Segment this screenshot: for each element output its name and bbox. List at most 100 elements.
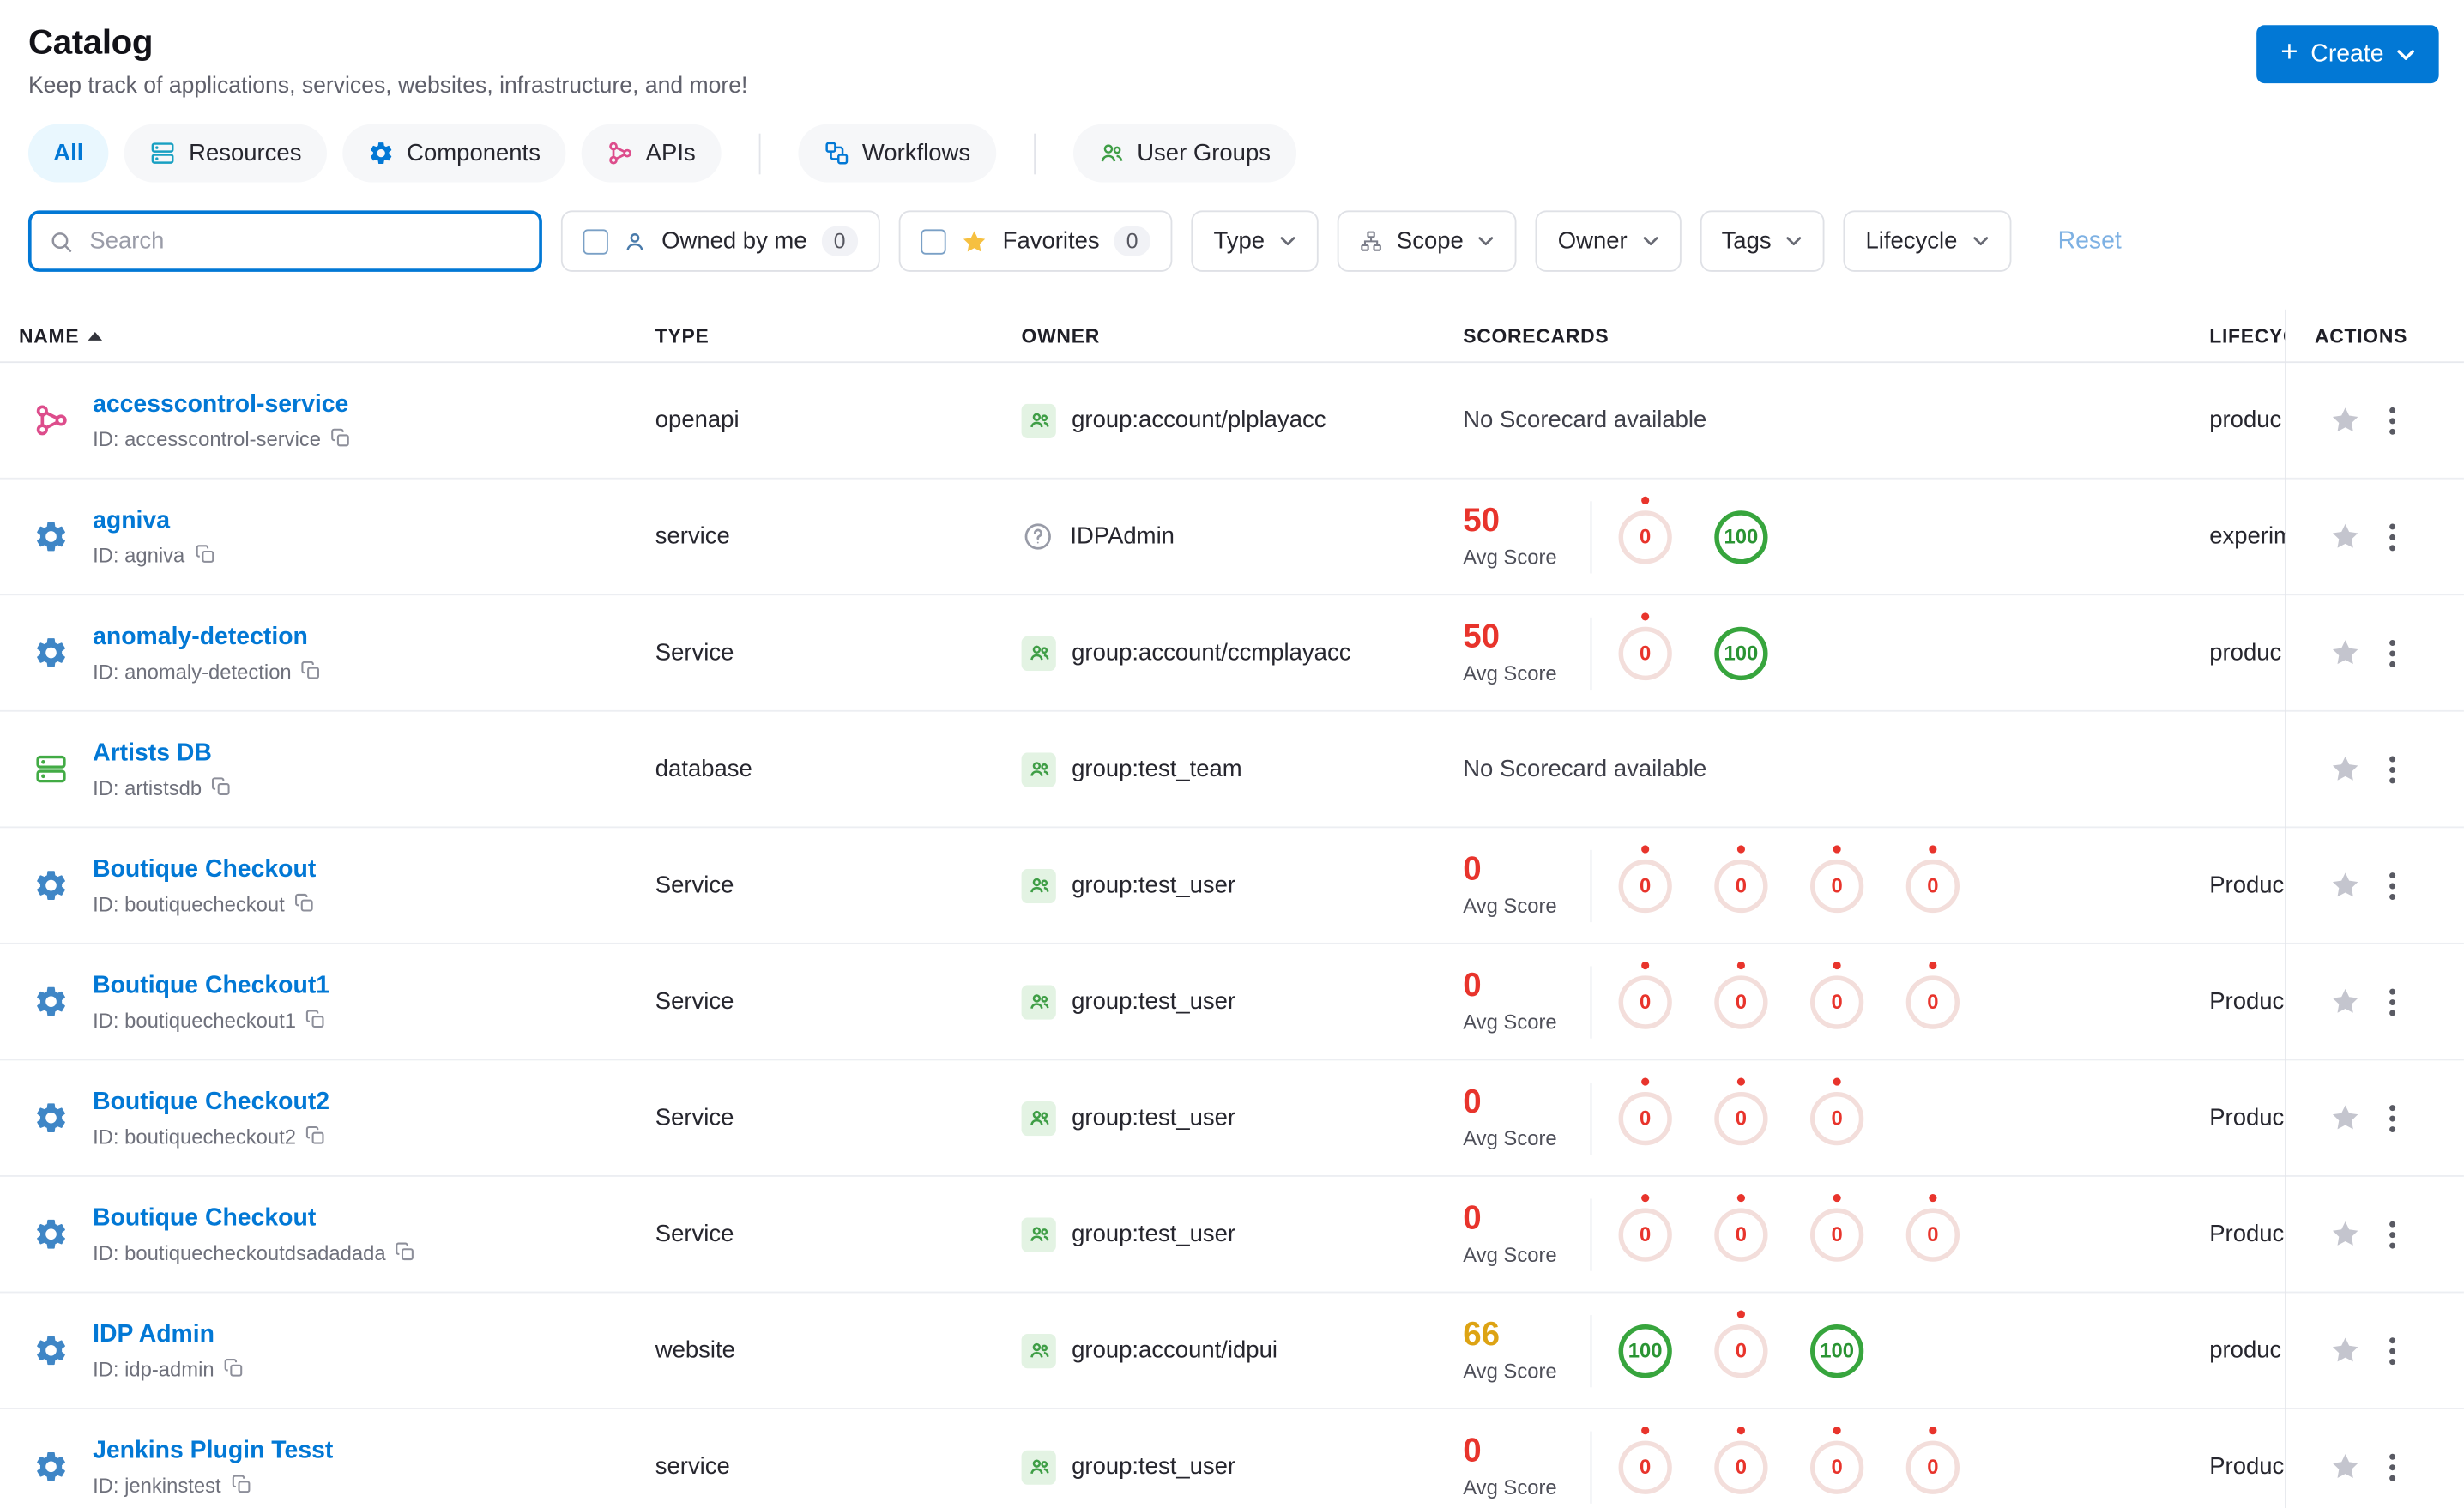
scorecard-badge[interactable]: 0 xyxy=(1714,1324,1768,1378)
entity-name-link[interactable]: anomaly-detection xyxy=(93,623,322,651)
scorecard-badge[interactable]: 0 xyxy=(1714,1439,1768,1493)
filter-dropdown-lifecycle[interactable]: Lifecycle xyxy=(1843,210,2011,272)
scorecard-badge[interactable]: 0 xyxy=(1618,858,1672,913)
owned-by-me-filter[interactable]: Owned by me 0 xyxy=(560,210,880,272)
scorecard-badge[interactable]: 0 xyxy=(1810,858,1864,913)
table-row: Boutique Checkout2 ID: boutiquecheckout2 S… xyxy=(0,1060,2464,1177)
copy-icon[interactable] xyxy=(396,1241,417,1263)
favorite-star-icon[interactable] xyxy=(2328,1101,2361,1134)
kebab-menu-icon[interactable] xyxy=(2389,1104,2396,1132)
scorecard-badge[interactable]: 0 xyxy=(1618,1439,1672,1493)
scorecard-badge[interactable]: 100 xyxy=(1714,510,1768,564)
scorecard-badge[interactable]: 100 xyxy=(1810,1324,1864,1378)
scorecards-cell: 0 Avg Score 0 0 0 0 xyxy=(1463,965,2209,1038)
copy-icon[interactable] xyxy=(224,1358,245,1379)
favorite-star-icon[interactable] xyxy=(2328,1217,2361,1250)
owned-by-me-label: Owned by me xyxy=(661,227,807,255)
entity-type: Service xyxy=(655,639,734,667)
kebab-menu-icon[interactable] xyxy=(2389,1336,2396,1365)
kebab-menu-icon[interactable] xyxy=(2389,639,2396,667)
favorite-star-icon[interactable] xyxy=(2328,520,2361,552)
search-input[interactable] xyxy=(86,226,522,256)
owner-cell: group:account/ccmplayacc xyxy=(1021,635,1464,671)
kebab-menu-icon[interactable] xyxy=(2389,872,2396,900)
entity-name-link[interactable]: accesscontrol-service xyxy=(93,390,352,419)
tab-apis[interactable]: APIs xyxy=(581,124,722,183)
reset-filters-link[interactable]: Reset xyxy=(2058,227,2122,256)
filter-dropdown-owner[interactable]: Owner xyxy=(1536,210,1681,272)
group-icon xyxy=(1021,984,1056,1019)
scorecard-badge[interactable]: 0 xyxy=(1714,1091,1768,1145)
tab-bar: All Resources Components APIs Workflows User … xyxy=(0,99,2464,183)
kebab-menu-icon[interactable] xyxy=(2389,1220,2396,1248)
favorite-star-icon[interactable] xyxy=(2328,985,2361,1017)
scorecard-badge[interactable]: 0 xyxy=(1905,974,1960,1028)
copy-icon[interactable] xyxy=(305,1125,327,1147)
table-row: Boutique Checkout ID: boutiquecheckoutdsa… xyxy=(0,1177,2464,1294)
copy-icon[interactable] xyxy=(301,661,323,682)
scorecard-badge[interactable]: 0 xyxy=(1714,858,1768,913)
scorecard-badge[interactable]: 0 xyxy=(1810,1091,1864,1145)
scorecard-badge[interactable]: 0 xyxy=(1618,625,1672,680)
favorite-star-icon[interactable] xyxy=(2328,752,2361,785)
owned-by-me-checkbox[interactable] xyxy=(583,228,608,254)
entity-name-link[interactable]: IDP Admin xyxy=(93,1320,245,1348)
column-header-name[interactable]: NAME xyxy=(0,324,655,347)
scorecard-badge[interactable]: 100 xyxy=(1618,1324,1672,1378)
copy-icon[interactable] xyxy=(211,776,233,798)
entity-name-link[interactable]: Boutique Checkout xyxy=(93,855,316,884)
entity-name-link[interactable]: Boutique Checkout2 xyxy=(93,1088,329,1116)
favorite-star-icon[interactable] xyxy=(2328,636,2361,669)
favorite-star-icon[interactable] xyxy=(2328,404,2361,437)
kebab-menu-icon[interactable] xyxy=(2389,406,2396,434)
kebab-menu-icon[interactable] xyxy=(2389,1452,2396,1481)
scorecard-badge[interactable]: 0 xyxy=(1618,974,1672,1028)
entity-name-link[interactable]: Jenkins Plugin Tesst xyxy=(93,1437,333,1465)
avg-score-label: Avg Score xyxy=(1463,661,1557,685)
scorecard-badge[interactable]: 100 xyxy=(1714,625,1768,680)
tab-user-groups[interactable]: User Groups xyxy=(1072,124,1296,183)
favorites-checkbox[interactable] xyxy=(921,228,946,254)
scorecard-badge[interactable]: 0 xyxy=(1714,1207,1768,1261)
copy-icon[interactable] xyxy=(294,893,316,914)
kebab-menu-icon[interactable] xyxy=(2389,755,2396,783)
scorecard-badge[interactable]: 0 xyxy=(1618,1207,1672,1261)
scorecard-badge[interactable]: 0 xyxy=(1810,974,1864,1028)
favorite-star-icon[interactable] xyxy=(2328,1334,2361,1366)
table-row: IDP Admin ID: idp-admin website group:accou… xyxy=(0,1293,2464,1409)
entity-name-link[interactable]: Boutique Checkout xyxy=(93,1204,416,1233)
filter-dropdown-scope[interactable]: Scope xyxy=(1337,210,1518,272)
kebab-menu-icon[interactable] xyxy=(2389,522,2396,551)
tab-all[interactable]: All xyxy=(27,124,109,183)
tab-workflows[interactable]: Workflows xyxy=(797,124,996,183)
scorecard-badge[interactable]: 0 xyxy=(1618,1091,1672,1145)
lifecycle-value: Produc xyxy=(2209,1453,2285,1481)
copy-icon[interactable] xyxy=(231,1474,252,1495)
name-cell: anomaly-detection ID: anomaly-detection xyxy=(0,623,655,683)
scorecard-badge[interactable]: 0 xyxy=(1905,858,1960,913)
scorecard-badge[interactable]: 0 xyxy=(1810,1207,1864,1261)
favorites-filter[interactable]: Favorites 0 xyxy=(898,210,1173,272)
favorite-star-icon[interactable] xyxy=(2328,869,2361,902)
scorecard-badge[interactable]: 0 xyxy=(1905,1439,1960,1493)
entity-name-link[interactable]: agniva xyxy=(93,507,215,535)
tab-components[interactable]: Components xyxy=(342,124,566,183)
copy-icon[interactable] xyxy=(305,1009,327,1030)
tab-resources[interactable]: Resources xyxy=(124,124,327,183)
create-button[interactable]: + Create xyxy=(2256,25,2439,84)
scorecard-badge[interactable]: 0 xyxy=(1618,510,1672,564)
copy-icon[interactable] xyxy=(194,544,215,565)
entity-name-link[interactable]: Artists DB xyxy=(93,739,233,768)
filter-dropdown-type[interactable]: Type xyxy=(1191,210,1319,272)
kebab-menu-icon[interactable] xyxy=(2389,987,2396,1016)
filter-dropdown-tags[interactable]: Tags xyxy=(1699,210,1825,272)
table-row: Boutique Checkout ID: boutiquecheckout Ser… xyxy=(0,828,2464,944)
entity-name-link[interactable]: Boutique Checkout1 xyxy=(93,972,329,1000)
favorite-star-icon[interactable] xyxy=(2328,1451,2361,1483)
scorecard-badge[interactable]: 0 xyxy=(1714,974,1768,1028)
copy-icon[interactable] xyxy=(330,428,352,449)
search-icon xyxy=(49,228,74,253)
scorecard-badge[interactable]: 0 xyxy=(1810,1439,1864,1493)
entity-id-line: ID: anomaly-detection xyxy=(93,659,323,683)
scorecard-badge[interactable]: 0 xyxy=(1905,1207,1960,1261)
